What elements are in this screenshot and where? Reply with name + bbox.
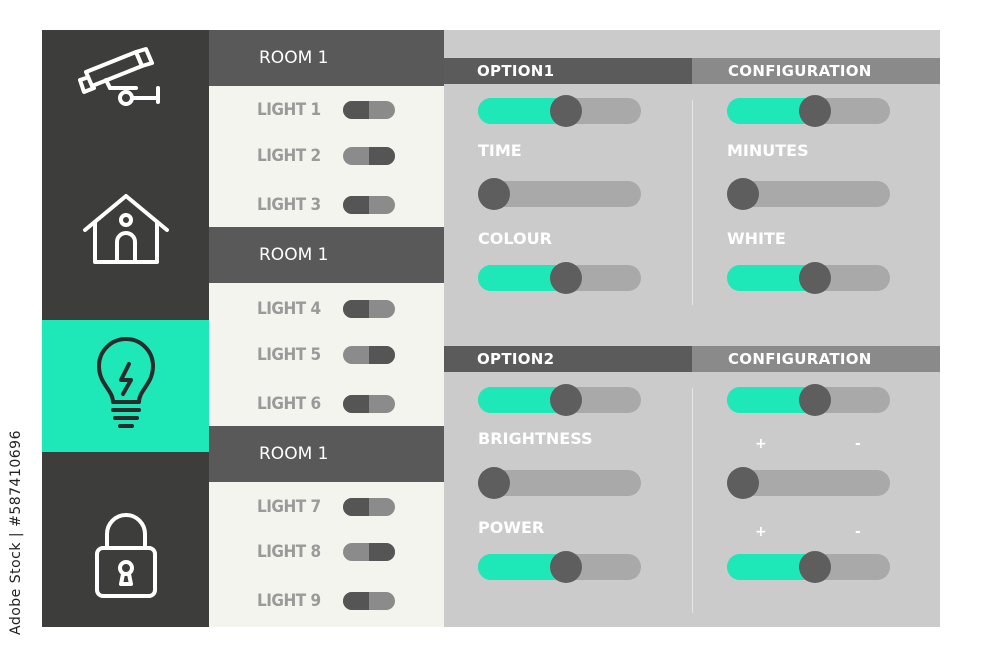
nav-item-security[interactable] [42, 30, 209, 120]
plus-label[interactable]: + [755, 436, 767, 452]
option2-header: OPTION2 [444, 346, 692, 372]
home-icon [82, 194, 169, 264]
options-panel: OPTION1 CONFIGURATION TIME MINUTES COLOU… [444, 30, 940, 627]
light-row-4: LIGHT 4 [209, 294, 444, 324]
brightness-config-slider[interactable] [727, 467, 890, 499]
minutes-label: MINUTES [727, 141, 809, 160]
room-header: ROOM 1 [209, 227, 444, 283]
brightness-label: BRIGHTNESS [478, 429, 593, 448]
power-config-slider[interactable] [727, 551, 890, 583]
light-toggle-9[interactable] [343, 592, 395, 610]
side-navigation [42, 30, 209, 627]
power-label: POWER [478, 518, 545, 537]
light-row-5: LIGHT 5 [209, 340, 444, 370]
option1-slider[interactable] [478, 95, 641, 127]
light-toggle-2[interactable] [343, 147, 395, 165]
light-row-8: LIGHT 8 [209, 537, 444, 567]
room-header: ROOM 1 [209, 426, 444, 482]
light-label: LIGHT 7 [257, 497, 321, 517]
divider [692, 100, 693, 305]
light-bulb-icon [96, 337, 155, 428]
nav-item-lights[interactable] [42, 320, 209, 452]
padlock-icon [94, 513, 157, 598]
light-label: LIGHT 6 [257, 394, 321, 414]
nav-item-lock[interactable] [42, 502, 209, 612]
nav-item-home[interactable] [42, 180, 209, 280]
minus-label[interactable]: - [855, 436, 861, 452]
light-toggle-7[interactable] [343, 498, 395, 516]
option2-config-header: CONFIGURATION [692, 346, 940, 372]
light-label: LIGHT 5 [257, 345, 321, 365]
option1-config-header: CONFIGURATION [692, 58, 940, 84]
light-row-9: LIGHT 9 [209, 586, 444, 616]
light-toggle-4[interactable] [343, 300, 395, 318]
colour-label: COLOUR [478, 229, 552, 248]
light-label: LIGHT 2 [257, 146, 321, 166]
white-label: WHITE [727, 229, 786, 248]
divider [692, 388, 693, 613]
brightness-slider[interactable] [478, 467, 641, 499]
light-toggle-6[interactable] [343, 395, 395, 413]
white-slider[interactable] [727, 262, 890, 294]
plus-label[interactable]: + [755, 524, 767, 540]
time-slider[interactable] [478, 178, 641, 210]
security-camera-icon [77, 47, 160, 106]
light-toggle-3[interactable] [343, 196, 395, 214]
option1-header: OPTION1 [444, 58, 692, 84]
light-label: LIGHT 1 [257, 100, 321, 120]
light-row-1: LIGHT 1 [209, 95, 444, 125]
light-row-2: LIGHT 2 [209, 141, 444, 171]
time-label: TIME [478, 141, 522, 160]
light-label: LIGHT 9 [257, 591, 321, 611]
light-toggle-5[interactable] [343, 346, 395, 364]
minus-label[interactable]: - [855, 524, 861, 540]
light-row-7: LIGHT 7 [209, 492, 444, 522]
stock-credit: Adobe Stock | #587410696 [8, 430, 24, 635]
rooms-panel: ROOM 1 LIGHT 1 LIGHT 2 LIGHT 3 ROOM 1 LI… [209, 30, 444, 627]
option1-config-slider[interactable] [727, 95, 890, 127]
light-label: LIGHT 8 [257, 542, 321, 562]
power-slider[interactable] [478, 551, 641, 583]
minutes-slider[interactable] [727, 178, 890, 210]
colour-slider[interactable] [478, 262, 641, 294]
light-label: LIGHT 3 [257, 195, 321, 215]
light-toggle-8[interactable] [343, 543, 395, 561]
light-row-6: LIGHT 6 [209, 389, 444, 419]
option2-slider[interactable] [478, 384, 641, 416]
light-toggle-1[interactable] [343, 101, 395, 119]
light-row-3: LIGHT 3 [209, 190, 444, 220]
option2-config-slider[interactable] [727, 384, 890, 416]
room-header: ROOM 1 [209, 30, 444, 86]
light-label: LIGHT 4 [257, 299, 321, 319]
